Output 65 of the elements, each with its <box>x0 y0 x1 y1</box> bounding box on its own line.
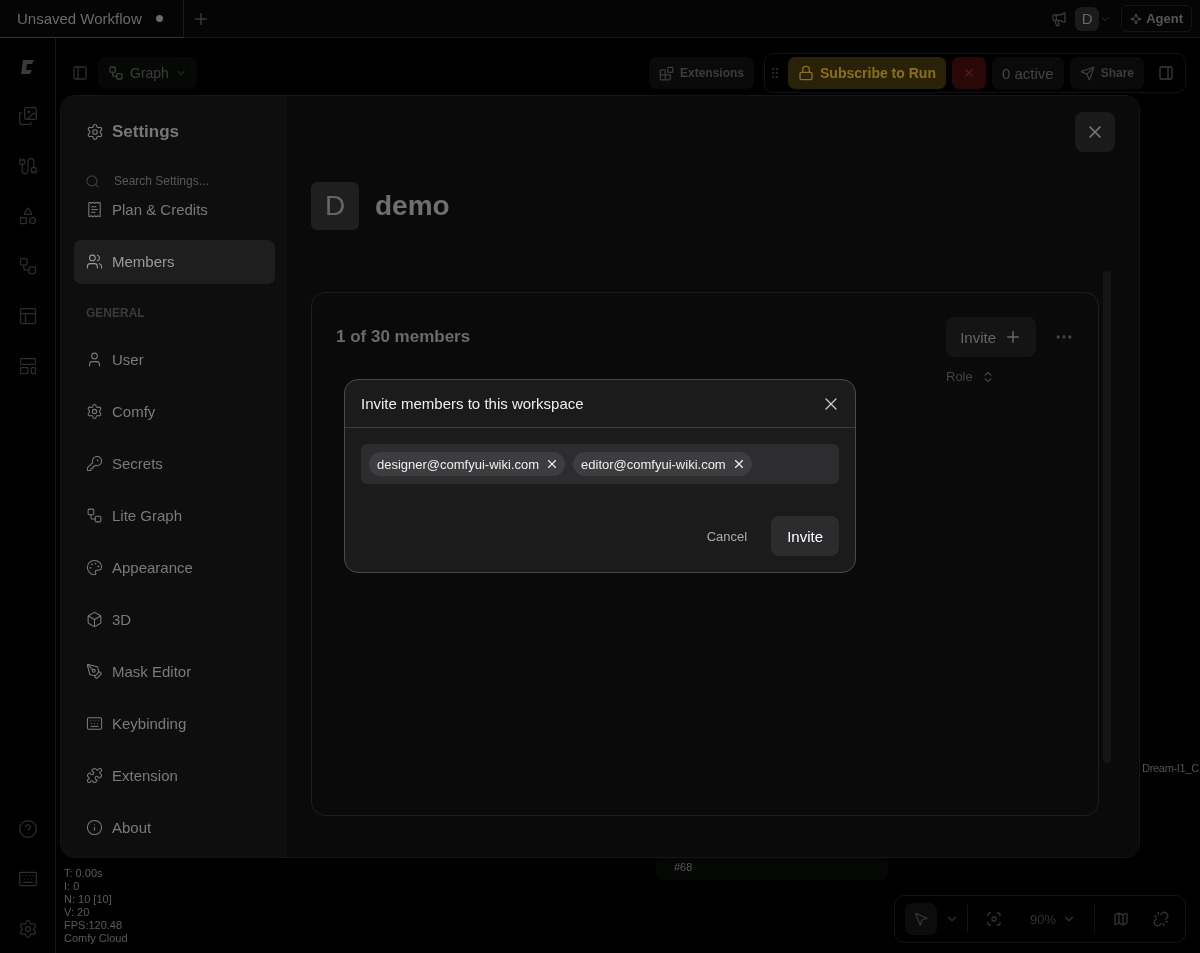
stats-text: FPS:120.48 <box>64 919 124 932</box>
users-icon <box>86 253 103 271</box>
info-icon <box>86 818 103 836</box>
email-tag: designer@comfyui-wiki.com <box>369 452 566 476</box>
node-label: Dream-I1_C <box>1142 762 1199 774</box>
dialog-title: Invite members to this workspace <box>361 395 584 412</box>
settings-icon[interactable] <box>17 919 38 939</box>
subscribe-button[interactable]: Subscribe to Run <box>788 57 946 89</box>
stats-text: V: 20 <box>64 906 91 919</box>
template-icon[interactable] <box>17 356 38 376</box>
puzzle-icon <box>86 766 103 784</box>
nodes-icon <box>86 507 103 525</box>
workspace-name: demo <box>375 190 450 222</box>
megaphone-icon[interactable] <box>1051 10 1068 27</box>
blocks-icon <box>659 65 674 81</box>
lock-icon <box>798 65 815 81</box>
pointer-button[interactable] <box>904 903 937 935</box>
stats-text: I: 0 <box>64 880 81 893</box>
member-count: 1 of 30 members <box>336 327 471 347</box>
stats-text: N: 10 [10] <box>64 893 113 906</box>
help-icon[interactable] <box>17 819 38 839</box>
layout-icon[interactable] <box>17 306 38 326</box>
settings-icon <box>86 123 104 141</box>
agent-button[interactable]: Agent <box>1121 5 1192 32</box>
close-button[interactable] <box>1075 112 1115 152</box>
search-field[interactable]: Search Settings... <box>114 174 244 188</box>
sparkle-icon <box>1130 12 1143 25</box>
search-icon <box>85 173 100 189</box>
user-avatar[interactable]: D <box>1075 6 1100 31</box>
keyboard-icon <box>86 714 103 732</box>
user-icon <box>86 351 103 369</box>
email-input-field[interactable]: designer@comfyui-wiki.com editor@comfyui-wiki.com <box>361 444 839 484</box>
unlink-icon[interactable] <box>1153 911 1169 927</box>
email-tag: editor@comfyui-wiki.com <box>573 452 752 476</box>
plus-icon <box>1004 328 1022 346</box>
settings-nav-item[interactable]: Members <box>74 239 275 284</box>
logo-icon[interactable] <box>18 58 37 76</box>
close-button[interactable] <box>951 57 986 89</box>
cable-icon[interactable] <box>17 156 38 176</box>
keyboard-icon[interactable] <box>17 869 38 889</box>
pen-icon <box>86 662 103 680</box>
invite-button[interactable]: Invite <box>771 516 839 556</box>
panel-left-icon[interactable] <box>72 65 88 81</box>
cancel-button[interactable]: Cancel <box>706 528 748 544</box>
shapes-icon[interactable] <box>17 206 38 226</box>
panel-right-icon[interactable] <box>1158 65 1174 81</box>
pointer-icon <box>912 911 929 927</box>
send-icon <box>1079 65 1095 81</box>
stats-text: Comfy Cloud <box>64 932 128 945</box>
receipt-icon <box>86 201 103 219</box>
cube-icon <box>86 610 103 628</box>
palette-icon <box>86 559 103 576</box>
nodes-icon <box>108 65 124 81</box>
workflow-tab[interactable]: Unsaved Workflow <box>0 0 184 38</box>
invite-button[interactable]: Invite <box>946 317 1036 357</box>
settings-icon <box>86 403 103 421</box>
node-id: #68 <box>674 861 693 873</box>
settings-title: Settings <box>112 122 180 142</box>
stats-text: T: 0.00s <box>64 867 104 880</box>
key-icon <box>86 455 103 473</box>
images-icon[interactable] <box>17 106 38 126</box>
workspace-avatar: D <box>311 182 359 230</box>
focus-icon[interactable] <box>985 911 1002 927</box>
nodes-icon[interactable] <box>17 256 38 276</box>
map-icon[interactable] <box>1113 911 1129 927</box>
